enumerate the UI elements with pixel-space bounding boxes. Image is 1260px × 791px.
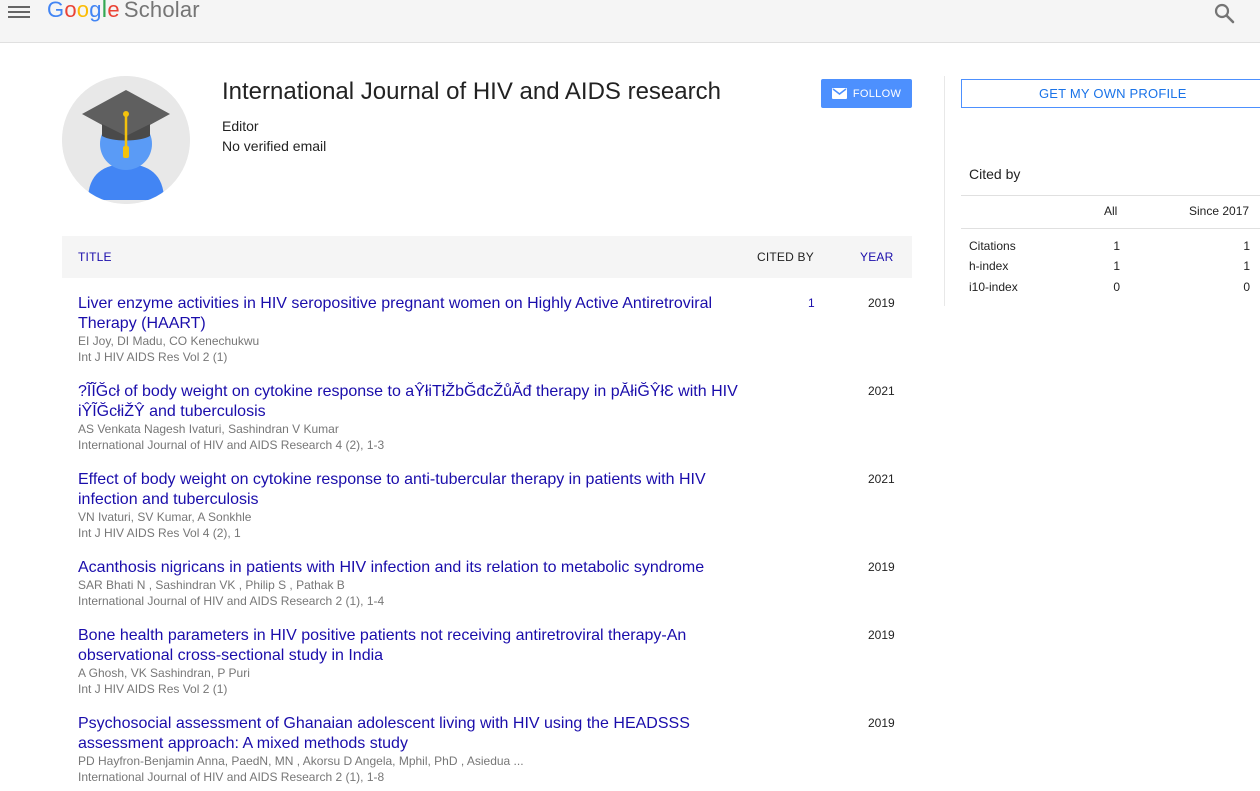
- article-title-link[interactable]: Psychosocial assessment of Ghanaian adol…: [78, 714, 743, 754]
- article-title-link[interactable]: Liver enzyme activities in HIV seroposit…: [78, 294, 743, 334]
- follow-label: FOLLOW: [852, 87, 902, 100]
- article-year: 2021: [868, 472, 895, 486]
- article-authors: AS Venkata Nagesh Ivaturi, Sashindran V …: [78, 422, 339, 436]
- table-row: ?ĨĨĞcł of body weight on cytokine respon…: [62, 382, 912, 456]
- citations-stat-row: Citations 1 1: [969, 239, 1260, 257]
- article-title-link[interactable]: ?ĨĨĞcł of body weight on cytokine respon…: [78, 382, 743, 422]
- article-title-link[interactable]: Acanthosis nigricans in patients with HI…: [78, 558, 743, 578]
- article-venue: Int J HIV AIDS Res Vol 4 (2), 1: [78, 526, 241, 540]
- h-index-stat-row: h-index 1 1: [969, 259, 1260, 277]
- divider: [961, 228, 1260, 229]
- search-icon[interactable]: [1214, 3, 1236, 25]
- article-year: 2019: [868, 716, 895, 730]
- article-venue: International Journal of HIV and AIDS Re…: [78, 594, 385, 608]
- stat-label[interactable]: i10-index: [969, 280, 1018, 294]
- stat-since: 1: [1243, 239, 1250, 253]
- article-year: 2021: [868, 384, 895, 398]
- top-bar: Google Scholar: [0, 0, 1260, 43]
- cited-by-col-all: All: [1104, 204, 1118, 218]
- sort-by-cited-link[interactable]: CITED BY: [757, 250, 814, 264]
- article-authors: SAR Bhati N , Sashindran VK , Philip S ,…: [78, 578, 345, 592]
- article-title-link[interactable]: Bone health parameters in HIV positive p…: [78, 626, 743, 666]
- article-venue: International Journal of HIV and AIDS Re…: [78, 770, 385, 784]
- follow-button[interactable]: FOLLOW: [821, 79, 912, 108]
- logo-letter: G: [47, 0, 65, 22]
- column-divider: [944, 76, 945, 306]
- logo-letter: g: [89, 0, 102, 22]
- stat-label[interactable]: Citations: [969, 239, 1016, 253]
- logo-letter: o: [76, 0, 90, 22]
- article-authors: EI Joy, DI Madu, CO Kenechukwu: [78, 334, 260, 348]
- cited-by-col-since: Since 2017: [1189, 204, 1250, 218]
- article-venue: International Journal of HIV and AIDS Re…: [78, 438, 385, 452]
- stat-all: 1: [1113, 239, 1120, 253]
- logo-scholar-text: Scholar: [123, 0, 200, 22]
- logo-letter: o: [64, 0, 77, 22]
- stat-all: 1: [1113, 259, 1120, 273]
- article-year: 2019: [868, 560, 895, 574]
- i10-index-stat-row: i10-index 0 0: [969, 280, 1260, 298]
- article-venue: Int J HIV AIDS Res Vol 2 (1): [78, 682, 228, 696]
- cited-by-count-link[interactable]: 1: [808, 296, 815, 310]
- table-row: Acanthosis nigricans in patients with HI…: [62, 558, 912, 612]
- article-venue: Int J HIV AIDS Res Vol 2 (1): [78, 350, 228, 364]
- divider: [961, 195, 1260, 196]
- profile-email-status: No verified email: [222, 138, 327, 154]
- table-row: Psychosocial assessment of Ghanaian adol…: [62, 714, 912, 788]
- hamburger-menu-icon[interactable]: [8, 3, 30, 19]
- article-authors: A Ghosh, VK Sashindran, P Puri: [78, 666, 250, 680]
- get-my-own-profile-button[interactable]: GET MY OWN PROFILE: [961, 79, 1260, 108]
- table-row: Liver enzyme activities in HIV seroposit…: [62, 294, 912, 368]
- profile-avatar: [62, 76, 190, 204]
- envelope-icon: [831, 88, 847, 99]
- profile-name: International Journal of HIV and AIDS re…: [222, 78, 721, 105]
- sort-by-year-link[interactable]: YEAR: [860, 250, 893, 264]
- sort-by-title-link[interactable]: TITLE: [78, 250, 112, 264]
- article-authors: PD Hayfron-Benjamin Anna, PaedN, MN , Ak…: [78, 754, 524, 768]
- table-row: Bone health parameters in HIV positive p…: [62, 626, 912, 700]
- stat-all: 0: [1113, 280, 1120, 294]
- default-scholar-avatar-icon: [62, 76, 190, 204]
- table-row: Effect of body weight on cytokine respon…: [62, 470, 912, 544]
- article-year: 2019: [868, 628, 895, 642]
- stat-since: 0: [1243, 280, 1250, 294]
- article-year: 2019: [868, 296, 895, 310]
- cited-by-heading: Cited by: [969, 166, 1021, 182]
- profile-affiliation: Editor: [222, 118, 259, 134]
- article-authors: VN Ivaturi, SV Kumar, A Sonkhle: [78, 510, 252, 524]
- stat-label[interactable]: h-index: [969, 259, 1008, 273]
- stat-since: 1: [1243, 259, 1250, 273]
- logo-letter: e: [107, 0, 120, 22]
- google-scholar-logo[interactable]: Google Scholar: [47, 0, 200, 24]
- articles-table-header: TITLE CITED BY YEAR: [62, 236, 912, 278]
- article-title-link[interactable]: Effect of body weight on cytokine respon…: [78, 470, 743, 510]
